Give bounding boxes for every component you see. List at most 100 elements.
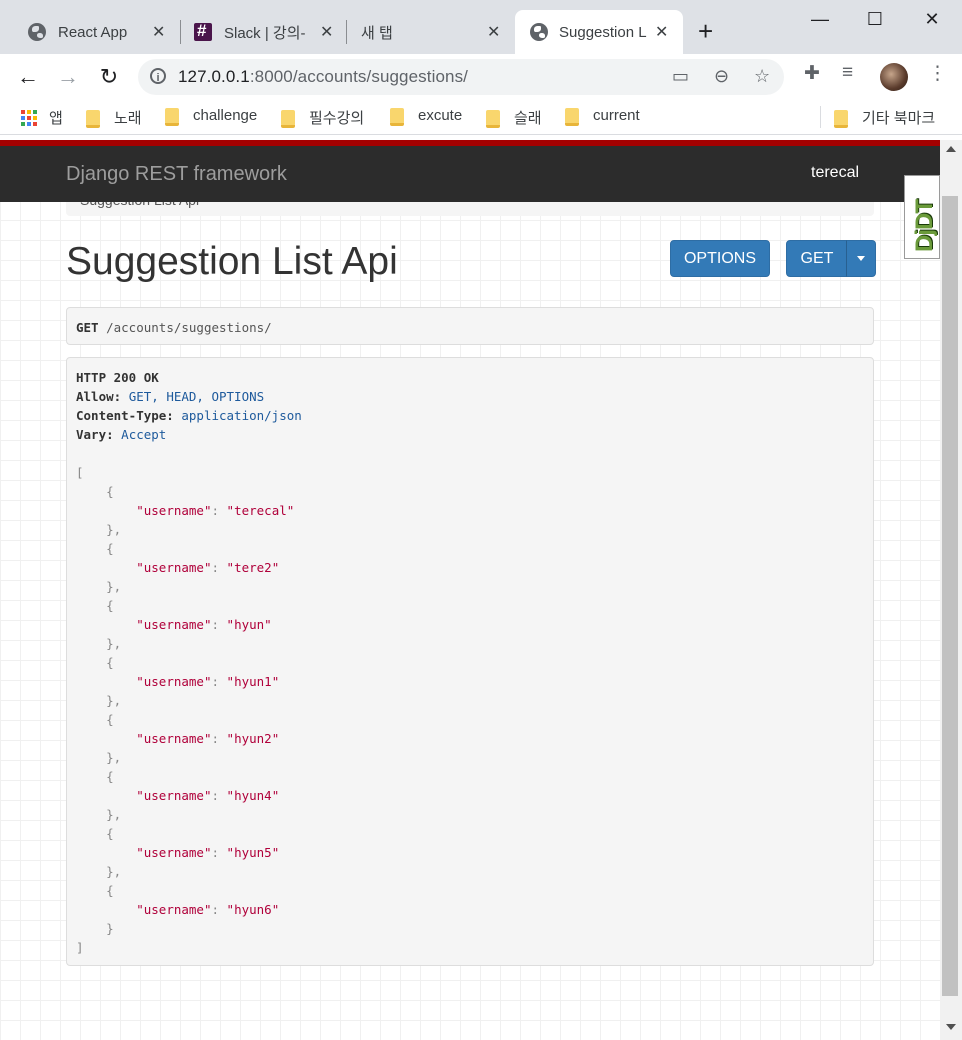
apps-icon [21,109,37,126]
tab-suggestion-list[interactable]: Suggestion L ✕ [515,10,683,54]
zoom-icon[interactable]: ⊖ [714,66,729,87]
json-open-bracket: [ [76,465,84,480]
json-entry: "username": "hyun4" [136,788,280,803]
tab-slack[interactable]: Slack | 강의- ✕ [181,10,345,54]
json-object-open: { [106,598,114,613]
request-method: GET [76,320,99,335]
avatar[interactable] [880,63,908,91]
header-key: Content-Type: [76,408,174,423]
json-entry: "username": "hyun6" [136,902,280,917]
bookmark-label: excute [418,107,463,124]
folder-icon [834,109,848,128]
json-object-open: { [106,883,114,898]
bookmark-folder[interactable]: 필수강의 [281,107,364,128]
response-info: HTTP 200 OK Allow: GET, HEAD, OPTIONS Co… [66,357,874,966]
get-format-dropdown[interactable] [846,240,876,277]
close-tab-icon[interactable]: ✕ [152,22,165,42]
folder-icon [86,109,100,128]
address-bar[interactable]: i 127.0.0.1:8000/accounts/suggestions/ ▭… [138,59,784,95]
json-entry: "username": "hyun2" [136,731,280,746]
tab-title: Suggestion L [559,23,647,41]
json-object-open: { [106,655,114,670]
slack-icon [194,21,212,41]
bookmark-folder[interactable]: excute [390,107,463,126]
json-entry: "username": "hyun5" [136,845,280,860]
bookmark-folder[interactable]: challenge [165,107,258,126]
bookmark-label: 필수강의 [309,110,365,127]
url-text[interactable]: 127.0.0.1:8000/accounts/suggestions/ [178,67,468,87]
tab-strip: React App ✕ Slack | 강의- ✕ 새 탭 ✕ Suggesti… [0,0,962,54]
forward-arrow-icon[interactable]: → [53,62,83,92]
json-key: "username" [136,788,212,803]
json-key: "username" [136,731,212,746]
tab-new-tab[interactable]: 새 탭 ✕ [347,10,513,54]
scrollbar-thumb[interactable] [942,196,958,996]
json-key: "username" [136,617,212,632]
user-menu[interactable]: terecal [811,164,859,182]
json-object-open: { [106,826,114,841]
maximize-button[interactable]: ☐ [852,4,898,34]
bookmark-folder[interactable]: current [565,107,640,126]
json-key: "username" [136,674,212,689]
extensions-icon[interactable]: ✚ [804,62,820,85]
new-tab-button[interactable]: + [698,18,713,44]
page-viewport: Django REST framework terecal Suggestion… [0,140,940,1040]
json-key: "username" [136,902,212,917]
json-key: "username" [136,560,212,575]
json-username-value: "hyun6" [226,902,280,917]
tab-title: Slack | 강의- [224,24,306,42]
bookmark-star-icon[interactable]: ☆ [754,66,770,87]
info-icon[interactable]: i [150,68,166,84]
globe-icon [28,23,46,41]
media-control-icon[interactable]: ≡ [842,62,853,84]
header-key: Allow: [76,389,122,404]
options-button[interactable]: OPTIONS [670,240,770,277]
header-value: Accept [121,427,167,442]
json-username-value: "hyun1" [226,674,280,689]
json-username-value: "hyun2" [226,731,280,746]
bookmark-label: 노래 [114,110,142,127]
cast-icon[interactable]: ▭ [672,66,689,87]
json-object-close: } [106,921,114,936]
bookmark-label: current [593,107,640,124]
url-path: :8000/accounts/suggestions/ [249,67,468,86]
json-key: "username" [136,503,212,518]
json-username-value: "terecal" [226,503,295,518]
json-object-open: { [106,769,114,784]
menu-kebab-icon[interactable]: ⋮ [928,62,947,85]
json-object-close: }, [106,693,122,708]
brand-link[interactable]: Django REST framework [66,163,287,186]
header-key: Vary: [76,427,114,442]
scroll-up-arrow-icon[interactable] [946,146,956,152]
navbar: Django REST framework terecal [0,146,940,202]
json-object-open: { [106,484,114,499]
folder-icon [390,107,404,126]
other-bookmarks[interactable]: 기타 북마크 [834,107,935,128]
get-button[interactable]: GET [786,240,848,277]
tab-react-app[interactable]: React App ✕ [14,10,180,54]
django-debug-toolbar-handle[interactable]: DjDT [904,175,940,259]
reload-icon[interactable]: ↻ [94,62,124,92]
bookmarks-bar: 앱 노래 challenge 필수강의 excute 슬래 current 기타… [0,100,962,135]
close-tab-icon[interactable]: ✕ [487,22,500,42]
close-tab-icon[interactable]: ✕ [320,22,333,42]
minimize-button[interactable]: — [797,4,843,34]
close-tab-icon[interactable]: ✕ [655,22,668,42]
header-value: GET, HEAD, OPTIONS [128,389,265,404]
json-object-close: }, [106,750,122,765]
bookmarks-separator [820,106,821,128]
json-username-value: "hyun5" [226,845,280,860]
request-path: /accounts/suggestions/ [106,320,272,335]
bookmark-label: challenge [193,107,258,124]
close-window-button[interactable]: ✕ [909,4,955,34]
bookmark-apps[interactable]: 앱 [21,107,63,128]
bookmark-folder[interactable]: 노래 [86,107,142,128]
other-bookmarks-label: 기타 북마크 [862,110,936,127]
json-object-close: }, [106,579,122,594]
scroll-down-arrow-icon[interactable] [946,1024,956,1030]
back-arrow-icon[interactable]: ← [13,62,43,92]
bookmark-folder[interactable]: 슬래 [486,107,542,128]
json-username-value: "hyun4" [226,788,280,803]
djdt-label: DjDT [911,200,938,252]
vertical-scrollbar[interactable] [940,140,962,1040]
